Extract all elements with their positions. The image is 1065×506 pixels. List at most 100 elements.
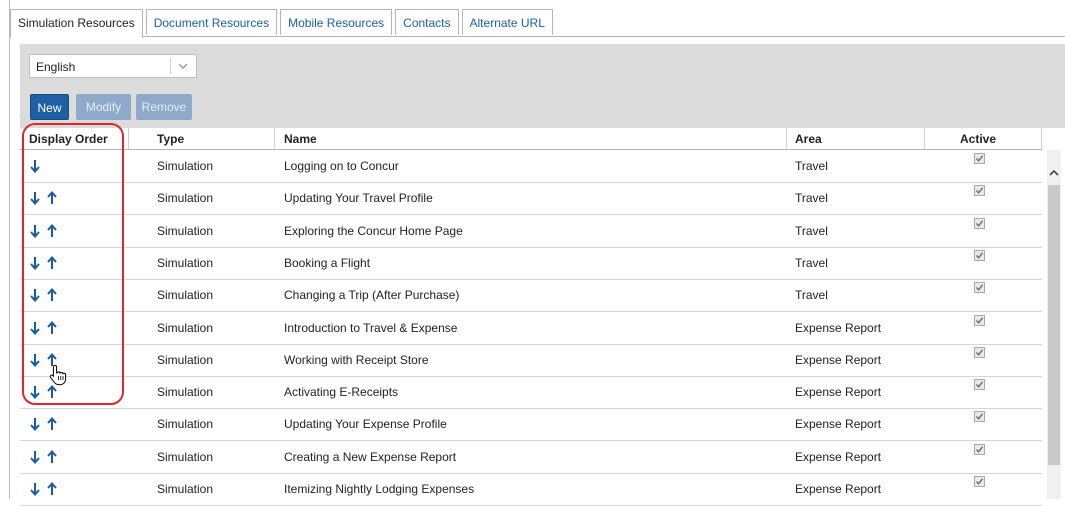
table-row[interactable]: Simulation Booking a Flight Travel <box>20 247 1042 280</box>
active-checkbox[interactable] <box>974 411 985 423</box>
display-order-arrows <box>29 449 58 465</box>
check-icon <box>975 219 984 227</box>
row-type: Simulation <box>157 159 214 173</box>
row-name: Updating Your Expense Profile <box>284 417 447 432</box>
table-row[interactable]: Simulation Introduction to Travel & Expen… <box>20 312 1042 345</box>
check-icon <box>975 155 984 162</box>
tab-contacts[interactable]: Contacts <box>395 9 459 35</box>
check-icon <box>975 349 984 356</box>
col-divider <box>1041 128 1042 149</box>
col-active[interactable]: Active <box>960 132 996 146</box>
row-type: Simulation <box>157 223 214 238</box>
active-checkbox[interactable] <box>974 314 985 326</box>
check-icon <box>975 413 984 421</box>
active-checkbox[interactable] <box>974 282 985 294</box>
tab-document-resources[interactable]: Document Resources <box>145 9 278 35</box>
arrow-up-icon[interactable] <box>46 481 58 497</box>
check-icon <box>975 478 984 485</box>
active-checkbox[interactable] <box>974 443 985 455</box>
row-name: Changing a Trip (After Purchase) <box>284 288 460 303</box>
arrow-down-icon[interactable] <box>29 416 41 432</box>
tab-mobile-resources[interactable]: Mobile Resources <box>280 9 393 35</box>
table-row[interactable]: Simulation Working with Receipt Store Expe… <box>20 344 1042 377</box>
row-name: Introduction to Travel & Expense <box>284 320 458 335</box>
language-select[interactable]: English <box>29 54 197 78</box>
row-area: Expense Report <box>795 482 882 496</box>
row-area: Travel <box>795 255 828 270</box>
table-row[interactable]: Simulation Updating Your Expense Profile E… <box>20 408 1042 442</box>
table-row[interactable]: Simulation Updating Your Travel Profile Tr… <box>20 182 1042 216</box>
check-icon <box>975 446 984 453</box>
tab-simulation-resources[interactable]: Simulation Resources <box>10 9 143 38</box>
select-divider <box>170 58 171 74</box>
row-name: Itemizing Nightly Lodging Expenses <box>284 482 475 496</box>
row-area: Travel <box>795 191 828 206</box>
col-divider <box>924 128 925 149</box>
check-icon <box>975 187 984 195</box>
table-header: Display Order Type Name Area Active <box>20 128 1042 150</box>
toolbar: English New Modify Remove <box>20 44 1065 128</box>
row-name: Exploring the Concur Home Page <box>284 223 463 238</box>
check-icon <box>975 284 984 292</box>
row-type: Simulation <box>157 482 214 496</box>
row-name: Activating E-Receipts <box>284 385 399 400</box>
table-row[interactable]: Simulation Activating E-Receipts Expense R… <box>20 376 1042 410</box>
col-divider <box>786 128 787 149</box>
chevron-down-icon <box>178 63 188 69</box>
table-row[interactable]: Simulation Exploring the Concur Home Page… <box>20 215 1042 248</box>
check-icon <box>975 316 984 324</box>
col-area[interactable]: Area <box>795 132 822 146</box>
arrow-down-icon[interactable] <box>29 449 41 465</box>
col-type[interactable]: Type <box>157 132 184 146</box>
row-name: Creating a New Expense Report <box>284 449 457 464</box>
row-area: Expense Report <box>795 449 882 464</box>
active-checkbox[interactable] <box>974 476 985 487</box>
tab-divider <box>10 36 1065 37</box>
row-name: Booking a Flight <box>284 255 371 270</box>
language-value: English <box>36 60 76 74</box>
col-divider <box>128 128 129 149</box>
display-order-highlight <box>22 123 124 405</box>
active-checkbox[interactable] <box>974 249 985 261</box>
row-area: Travel <box>795 223 828 238</box>
row-area: Travel <box>795 159 828 173</box>
table-row[interactable]: Simulation Creating a New Expense Report E… <box>20 441 1042 474</box>
row-type: Simulation <box>157 288 214 303</box>
hand-cursor-icon <box>49 364 67 386</box>
remove-button[interactable]: Remove <box>136 94 192 120</box>
table-row[interactable]: Simulation Changing a Trip (After Purchas… <box>20 279 1042 313</box>
active-checkbox[interactable] <box>974 346 985 358</box>
row-type: Simulation <box>157 255 214 270</box>
row-area: Expense Report <box>795 352 882 367</box>
active-checkbox[interactable] <box>974 185 985 197</box>
row-name: Working with Receipt Store <box>284 352 429 367</box>
row-area: Expense Report <box>795 320 882 335</box>
tab-bar: Simulation Resources Document Resources … <box>10 9 556 38</box>
check-icon <box>975 381 984 388</box>
arrow-up-icon[interactable] <box>46 449 58 465</box>
row-name: Logging on to Concur <box>284 159 399 173</box>
arrow-down-icon[interactable] <box>29 481 41 497</box>
col-divider <box>274 128 275 149</box>
active-checkbox[interactable] <box>974 379 985 391</box>
display-order-arrows <box>29 416 58 432</box>
col-name[interactable]: Name <box>284 132 317 146</box>
row-area: Expense Report <box>795 385 882 400</box>
active-checkbox[interactable] <box>974 153 985 164</box>
row-area: Expense Report <box>795 417 882 432</box>
row-type: Simulation <box>157 191 214 206</box>
tab-alternate-url[interactable]: Alternate URL <box>461 9 553 35</box>
row-type: Simulation <box>157 417 214 432</box>
table-row[interactable]: Simulation Logging on to Concur Travel <box>20 150 1042 183</box>
table-row[interactable]: Simulation Itemizing Nightly Lodging Expe… <box>20 473 1042 506</box>
scrollbar-thumb[interactable] <box>1048 185 1060 465</box>
arrow-up-icon[interactable] <box>46 416 58 432</box>
scroll-up-icon[interactable] <box>1047 165 1061 181</box>
row-type: Simulation <box>157 352 214 367</box>
row-area: Travel <box>795 288 828 303</box>
active-checkbox[interactable] <box>974 217 985 229</box>
modify-button[interactable]: Modify <box>76 94 131 120</box>
new-button[interactable]: New <box>30 94 69 120</box>
row-name: Updating Your Travel Profile <box>284 191 433 206</box>
display-order-arrows <box>29 481 58 497</box>
